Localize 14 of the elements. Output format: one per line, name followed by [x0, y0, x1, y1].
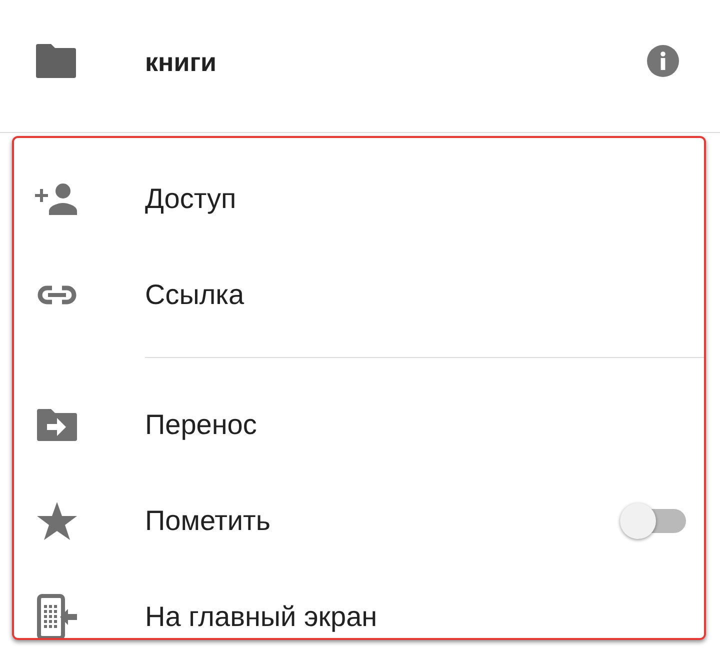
menu-item-label[interactable]: Пометить — [145, 505, 270, 537]
folder-icon — [36, 44, 76, 78]
toggle-switch[interactable] — [620, 503, 686, 539]
menu-item-label[interactable]: Ссылка — [145, 279, 244, 311]
folder-title: книги — [145, 46, 217, 78]
menu-item-label[interactable]: На главный экран — [145, 601, 378, 633]
phone-arrow-icon — [37, 594, 77, 638]
star-icon — [37, 502, 77, 540]
menu-item-label[interactable]: Перенос — [145, 409, 257, 441]
folder-arrow-icon — [37, 409, 77, 441]
info-icon[interactable] — [647, 45, 679, 77]
add-person-icon — [35, 183, 79, 215]
link-icon — [37, 285, 77, 305]
menu-item-label[interactable]: Доступ — [145, 183, 236, 215]
